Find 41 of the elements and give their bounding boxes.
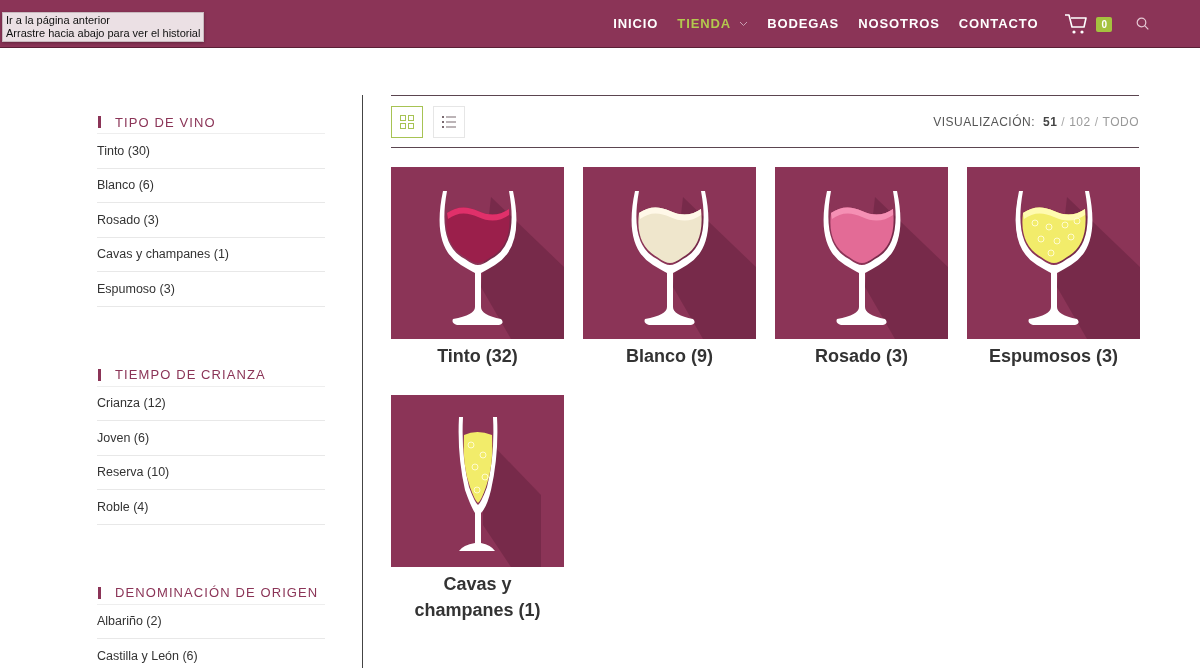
nav-link[interactable]: INICIO [613,16,659,31]
widget-title: TIPO DE VINO [115,114,216,130]
cart-icon [1064,12,1089,35]
grid-view-button[interactable] [391,105,423,138]
category-title[interactable]: Espumosos (3) [978,343,1129,369]
category-link[interactable]: Espumoso (3) [97,281,175,296]
category-link[interactable]: Cavas y champanes (1) [97,247,229,262]
category-link[interactable]: Crianza (12) [97,396,166,411]
category-link[interactable]: Rosado (3) [97,212,159,227]
separator-slash: / [1094,114,1099,129]
grid-icon [400,114,414,129]
cart-count: 0 [1096,16,1112,32]
list-view-button[interactable] [433,105,465,138]
search-icon [1136,17,1149,30]
category-link[interactable]: Tinto (30) [97,143,151,158]
category-link[interactable]: Joven (6) [97,430,150,445]
list-icon [442,114,456,129]
heading-marker [98,586,101,599]
category-link[interactable]: Roble (4) [97,499,149,514]
separator-slash: / [1061,114,1066,129]
category-title[interactable]: Rosado (3) [786,343,937,369]
category-link[interactable]: Reserva (10) [97,465,170,480]
nav-link[interactable]: TIENDA [677,16,749,31]
per-page-label: VISUALIZACIÓN: [933,114,1035,129]
category-title[interactable]: Cavas y champanes (1) [402,571,553,623]
widget-title: DENOMINACIÓN DE ORIGEN [115,585,319,600]
widget-title: TIEMPO DE CRIANZA [115,367,266,382]
tooltip-text: Arrastre hacia abajo para ver el historial [6,27,201,40]
heading-marker [98,368,101,381]
nav-link[interactable]: NOSOTROS [858,16,940,31]
heading-marker [98,116,101,128]
nav-link[interactable]: CONTACTO [958,16,1039,31]
category-title[interactable]: Tinto (32) [402,343,553,369]
category-link[interactable]: Blanco (6) [97,178,154,193]
nav-link[interactable]: BODEGAS [767,16,840,31]
category-title[interactable]: Blanco (9) [594,343,745,369]
per-page-option[interactable]: 51 [1042,114,1058,129]
search-button[interactable] [1136,17,1149,30]
category-link[interactable]: Castilla y León (6) [97,648,198,663]
tooltip-text: Ir a la página anterior [6,14,111,27]
category-link[interactable]: Albariño (2) [97,614,162,629]
